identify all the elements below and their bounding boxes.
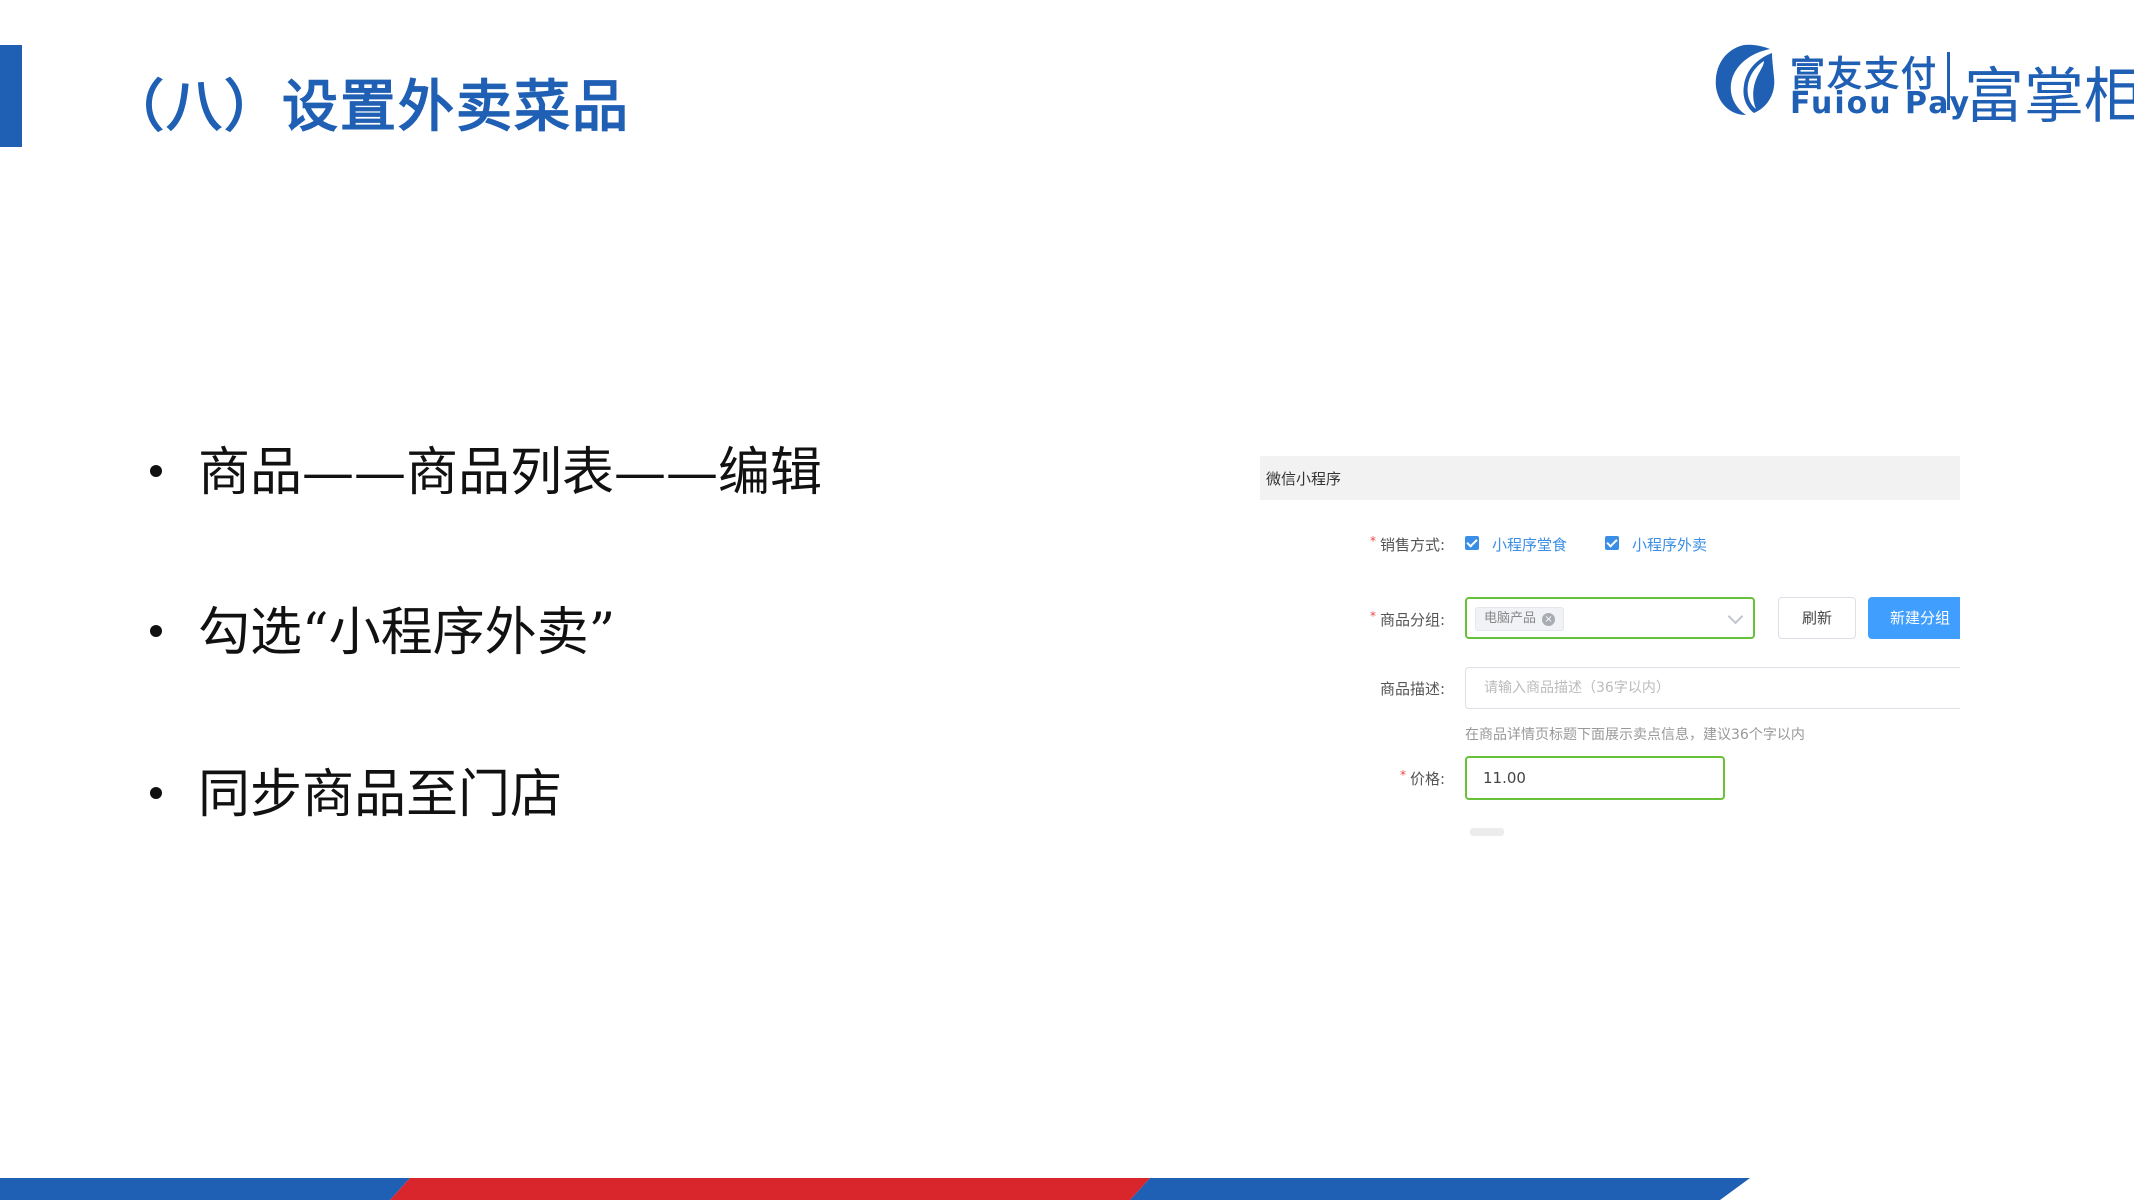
logo-divider (1947, 52, 1950, 110)
footer-red-stripe (390, 1178, 1150, 1200)
product-group-select[interactable]: 电脑产品 × (1465, 597, 1755, 639)
fuiou-logo-icon (1715, 44, 1775, 116)
chevron-down-icon (1727, 608, 1744, 625)
bullet-item: 同步商品至门店 (150, 752, 562, 827)
refresh-button[interactable]: 刷新 (1778, 597, 1856, 639)
price-label: * 价格: (1399, 768, 1445, 788)
logo-english-name: Fuiou Pay (1790, 86, 1972, 121)
dine-in-checkbox[interactable] (1465, 536, 1479, 550)
takeout-checkbox[interactable] (1605, 536, 1619, 550)
footer-blue-stripe-right (1130, 1178, 1750, 1200)
title-accent-bar (0, 45, 22, 147)
logo-brand-name: 富掌柜 (1964, 62, 2134, 132)
selected-group-tag: 电脑产品 × (1475, 607, 1565, 631)
footer-blue-stripe-left (0, 1178, 410, 1200)
section-title: 微信小程序 (1266, 470, 1342, 488)
footer-stripes (0, 1178, 1750, 1200)
company-logo: 富友支付 Fuiou Pay 富掌柜 (1712, 40, 2134, 132)
dine-in-checkbox-label[interactable]: 小程序堂食 (1492, 534, 1567, 555)
description-label: 商品描述: (1379, 680, 1445, 698)
bullet-item: 勾选“小程序外卖” (150, 590, 615, 665)
slide-title: （八）设置外卖菜品 (108, 75, 630, 140)
bullet-text: 商品——商品列表——编辑 (198, 443, 823, 503)
bullet-item: 商品——商品列表——编辑 (150, 430, 822, 505)
takeout-checkbox-label[interactable]: 小程序外卖 (1632, 534, 1707, 555)
product-group-label: * 商品分组: (1369, 609, 1445, 629)
description-input[interactable]: 请输入商品描述（36字以内） (1465, 667, 1960, 709)
cropped-element (1470, 828, 1504, 836)
bullet-dot (150, 624, 162, 637)
tag-close-icon[interactable]: × (1542, 613, 1556, 626)
bullet-text: 勾选“小程序外卖” (198, 603, 616, 663)
bullet-dot (150, 464, 162, 477)
sales-method-label: * 销售方式: (1369, 534, 1445, 554)
bullet-text: 同步商品至门店 (198, 765, 563, 825)
description-hint: 在商品详情页标题下面展示卖点信息，建议36个字以内 (1465, 727, 1805, 743)
embedded-form-screenshot: 微信小程序 * 销售方式: 小程序堂食 小程序外卖 * 商品分组: 电脑产品 × 刷新… (1260, 456, 1960, 838)
new-group-button[interactable]: 新建分组 (1868, 597, 1960, 639)
bullet-dot (150, 786, 162, 799)
price-input[interactable]: 11.00 (1465, 756, 1725, 800)
section-header: 微信小程序 (1260, 456, 1960, 500)
